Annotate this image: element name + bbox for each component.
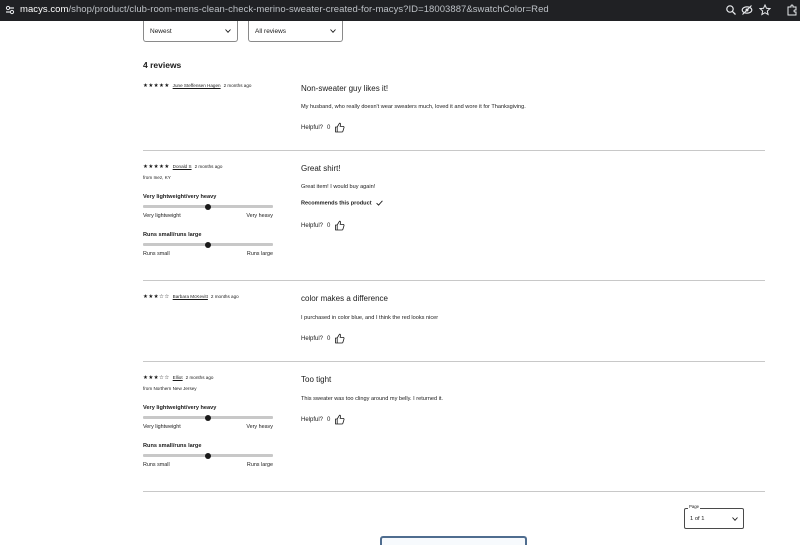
fit-max-label: Runs large: [246, 251, 273, 257]
page-select-legend: Page: [688, 504, 701, 509]
rating-filter-value: All reviews: [255, 28, 287, 35]
review-card: ★★★☆☆ Barbara McKevitt 2 months ago color …: [143, 294, 765, 354]
fit-min-label: Runs small: [143, 251, 170, 257]
helpful-row: Helpful? 0: [301, 333, 345, 344]
review-location: from Inez, KY: [143, 175, 171, 180]
page-select-value: 1 of 1: [690, 516, 705, 522]
helpful-label: Helpful?: [301, 125, 324, 132]
review-divider: [143, 150, 765, 151]
fit-slider-track: [143, 241, 273, 248]
fit-slider-label: Runs small/runs large: [143, 232, 202, 238]
review-date: 2 months ago: [185, 375, 214, 381]
review-author[interactable]: Elliot: [173, 375, 183, 380]
chevron-down-icon: [732, 517, 738, 521]
helpful-row: Helpful? 0: [301, 414, 345, 425]
review-title: Great shirt!: [301, 164, 341, 173]
review-divider: [143, 280, 765, 281]
reviews-count: 4 reviews: [143, 60, 182, 70]
fit-slider-track: [143, 452, 273, 459]
helpful-count: 0: [327, 336, 331, 343]
weight-slider-thumb: [205, 414, 211, 421]
site-settings-icon[interactable]: [4, 4, 16, 16]
review-body: Great item! I would buy again!: [301, 184, 376, 190]
extension-icon[interactable]: [786, 4, 798, 16]
star-rating: ★★★☆☆: [143, 294, 170, 300]
weight-max-label: Very heavy: [246, 213, 273, 219]
review-author[interactable]: Donald S: [173, 164, 192, 169]
review-meta: ★★★★★ Donald S2 months ago: [143, 164, 222, 174]
review-title: Non-sweater guy likes it!: [301, 84, 389, 93]
reviews-page: Newest All reviews 4 reviews ★★★★★ June S…: [0, 21, 800, 545]
thumbs-up-icon[interactable]: [334, 414, 345, 425]
fit-slider-thumb: [205, 452, 211, 459]
chevron-down-icon: [225, 29, 231, 33]
zoom-icon[interactable]: [725, 4, 737, 16]
helpful-row: Helpful? 0: [301, 220, 345, 231]
weight-slider-label: Very lightweight/very heavy: [143, 194, 217, 200]
review-meta: ★★★☆☆ Elliot 2 months ago: [143, 375, 213, 385]
review-body: My husband, who really doesn't wear swea…: [301, 104, 526, 110]
chevron-down-icon: [330, 29, 336, 33]
browser-url-bar[interactable]: macys.com/shop/product/club-room-mens-cl…: [0, 0, 800, 21]
review-date: 2 months ago: [223, 83, 252, 89]
review-body: This sweater was too clingy around my be…: [301, 396, 443, 402]
helpful-label: Helpful?: [301, 417, 324, 424]
weight-slider-label: Very lightweight/very heavy: [143, 405, 217, 411]
review-date: 2 months ago: [194, 164, 223, 170]
star-rating: ★★★☆☆: [143, 375, 170, 381]
review-meta: ★★★☆☆ Barbara McKevitt 2 months ago: [143, 294, 239, 304]
helpful-label: Helpful?: [301, 336, 324, 343]
eye-off-icon[interactable]: [741, 4, 753, 16]
url-host: macys.com: [20, 4, 69, 15]
review-location: from Northern New Jersey: [143, 386, 197, 391]
helpful-count: 0: [327, 223, 331, 230]
thumbs-up-icon[interactable]: [334, 122, 345, 133]
bookmark-star-icon[interactable]: [759, 4, 771, 16]
sort-select-value: Newest: [150, 28, 172, 35]
review-card: ★★★★★ June Steffensen Hagen 2 months ago N…: [143, 83, 765, 143]
thumbs-up-icon[interactable]: [334, 220, 345, 231]
page-select[interactable]: Page 1 of 1: [684, 504, 744, 529]
review-title: color makes a difference: [301, 294, 389, 303]
url-path: /shop/product/club-room-mens-clean-check…: [68, 4, 549, 15]
sort-select[interactable]: Newest: [143, 21, 238, 42]
url-text[interactable]: macys.com/shop/product/club-room-mens-cl…: [20, 3, 549, 17]
review-divider: [143, 491, 765, 492]
weight-slider-thumb: [205, 203, 211, 210]
weight-slider-track: [143, 414, 273, 421]
review-author[interactable]: June Steffensen Hagen: [173, 83, 221, 88]
fit-max-label: Runs large: [246, 462, 273, 468]
fit-slider-label: Runs small/runs large: [143, 443, 202, 449]
helpful-count: 0: [327, 125, 331, 132]
weight-slider-track: [143, 203, 273, 210]
helpful-label: Helpful?: [301, 223, 324, 230]
recommends-product: Recommends this product: [301, 200, 383, 206]
helpful-count: 0: [327, 417, 331, 424]
weight-max-label: Very heavy: [246, 424, 273, 430]
weight-min-label: Very lightweight: [143, 424, 181, 430]
review-meta: ★★★★★ June Steffensen Hagen 2 months ago: [143, 83, 251, 93]
bottom-action-box[interactable]: [380, 536, 527, 545]
review-date: 2 months ago: [210, 294, 239, 300]
review-card: ★★★☆☆ Elliot 2 months ago from Northern Ne…: [143, 375, 765, 495]
thumbs-up-icon[interactable]: [334, 333, 345, 344]
fit-min-label: Runs small: [143, 462, 170, 468]
review-title: Too tight: [301, 375, 332, 384]
recommends-label: Recommends this product: [301, 200, 372, 207]
review-author[interactable]: Barbara McKevitt: [173, 294, 208, 299]
weight-min-label: Very lightweight: [143, 213, 181, 219]
review-body: I purchased in color blue, and I think t…: [301, 315, 439, 321]
review-divider: [143, 361, 765, 362]
review-card: ★★★★★ Donald S2 months ago from Inez, KY …: [143, 164, 765, 284]
star-rating: ★★★★★: [143, 83, 170, 89]
rating-filter-select[interactable]: All reviews: [248, 21, 343, 42]
checkmark-icon: [375, 200, 383, 206]
helpful-row: Helpful? 0: [301, 122, 345, 133]
fit-slider-thumb: [205, 241, 211, 248]
star-rating: ★★★★★: [143, 164, 170, 170]
